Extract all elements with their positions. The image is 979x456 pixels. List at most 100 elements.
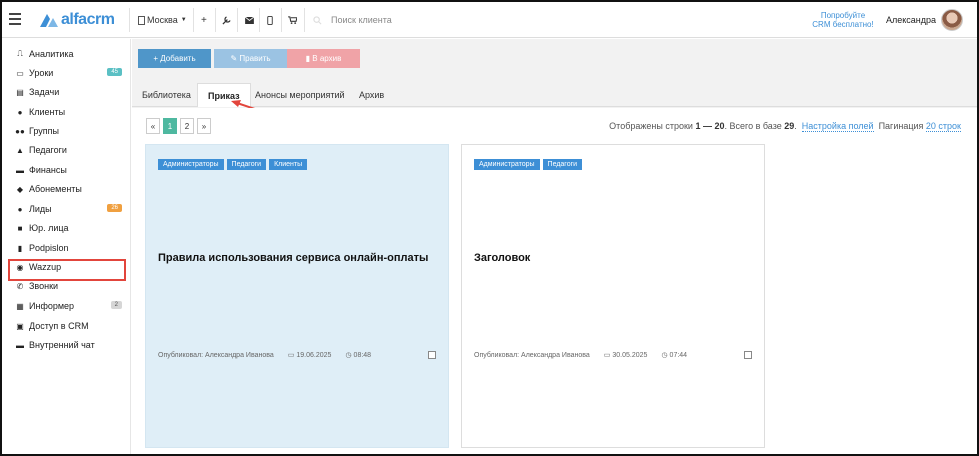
city-label: Москва: [147, 15, 178, 25]
tag: Клиенты: [269, 159, 308, 170]
content-panel: « 1 2 » Отображены строки 1 — 20. Всего …: [132, 108, 977, 454]
sidebar-item-label: Задачи: [29, 87, 60, 97]
sidebar-item-teachers[interactable]: ▲ Педагоги: [15, 143, 125, 157]
card-tags: Администраторы Педагоги: [474, 159, 585, 170]
card-author: Опубликовал: Александра Иванова: [474, 351, 590, 359]
count-badge: 2: [110, 301, 122, 309]
informer-card[interactable]: Администраторы Педагоги Заголовок Опубли…: [461, 144, 765, 448]
card-checkbox[interactable]: [428, 351, 436, 359]
sidebar-item-informer[interactable]: ▦ Информер 2: [15, 299, 125, 313]
leads-icon: ●: [17, 204, 23, 214]
highlight-informer: [8, 259, 126, 281]
page-2-button[interactable]: 2: [180, 118, 194, 134]
clients-icon: ●: [17, 107, 23, 117]
user-name[interactable]: Александра: [886, 15, 936, 25]
page-prev-button[interactable]: «: [146, 118, 160, 134]
plus-button[interactable]: +: [201, 13, 207, 27]
rows-info: Отображены строки 1 — 20. Всего в базе 2…: [609, 121, 961, 132]
rows-prefix: Отображены строки: [609, 121, 696, 131]
tag: Администраторы: [474, 159, 540, 170]
logo[interactable]: alfacrm: [40, 11, 115, 29]
edit-button[interactable]: ✎ Править: [214, 49, 287, 68]
search-field[interactable]: Поиск клиента: [313, 13, 392, 27]
tag: Педагоги: [542, 159, 583, 170]
search-input[interactable]: Поиск клиента: [331, 15, 392, 25]
calendar-icon: ▭: [603, 352, 611, 359]
rows-end: .: [794, 121, 797, 131]
page-next-button[interactable]: »: [197, 118, 211, 134]
action-toolbar: + Добавить ✎ Править ▮ В архив: [132, 39, 977, 75]
archive-button[interactable]: ▮ В архив: [287, 49, 360, 68]
informer-card[interactable]: Администраторы Педагоги Клиенты Правила …: [145, 144, 449, 448]
trial-promo-link[interactable]: Попробуйте CRM бесплатно!: [808, 11, 878, 29]
card-time: 07:44: [669, 351, 688, 359]
page-size-link[interactable]: 20 строк: [925, 121, 961, 132]
app-window: alfacrm Москва ▼ + Поиск клиента Попробу…: [0, 0, 979, 456]
cart-button[interactable]: [288, 13, 297, 27]
sidebar: ⎍ Аналитика ▭ Уроки 45 ▤ Задачи ● Клиенты ●● Групп…: [2, 39, 131, 454]
sidebar-item-clients[interactable]: ● Клиенты: [15, 105, 125, 119]
card-tags: Администраторы Педагоги Клиенты: [158, 159, 310, 170]
avatar[interactable]: [941, 9, 963, 31]
card-date: 30.05.2025: [612, 351, 648, 359]
sidebar-item-label: Финансы: [29, 165, 67, 175]
informer-icon: ▦: [16, 301, 24, 311]
plus-icon: +: [201, 14, 207, 26]
tasks-icon: ▤: [16, 87, 24, 97]
sidebar-item-legal-entities[interactable]: ■ Юр. лица: [15, 221, 125, 235]
add-button[interactable]: + Добавить: [138, 49, 211, 68]
calls-icon: ✆: [16, 281, 24, 291]
caret-down-icon: ▼: [180, 17, 187, 23]
menu-icon[interactable]: [9, 13, 21, 25]
sidebar-item-label: Клиенты: [29, 107, 66, 117]
mail-button[interactable]: [245, 13, 254, 27]
sidebar-item-label: Аналитика: [29, 49, 74, 59]
sidebar-item-calls[interactable]: ✆ Звонки: [15, 279, 125, 293]
tag: Администраторы: [158, 159, 224, 170]
promo-line-2: CRM бесплатно!: [812, 20, 874, 29]
logo-text: alfacrm: [61, 11, 115, 28]
sidebar-item-internal-chat[interactable]: ▬ Внутренний чат: [15, 338, 125, 352]
card-meta: Опубликовал: Александра Иванова ▭ 19.06.…: [158, 351, 438, 360]
card-checkbox[interactable]: [744, 351, 752, 359]
phone-button[interactable]: [267, 13, 273, 27]
sidebar-item-groups[interactable]: ●● Группы: [15, 124, 125, 138]
lessons-icon: ▭: [16, 68, 24, 78]
card-author: Опубликовал: Александра Иванова: [158, 351, 274, 359]
card-title: Правила использования сервиса онлайн-опл…: [158, 252, 429, 264]
page-1-button[interactable]: 1: [163, 118, 177, 134]
pagination-label: Пагинация: [878, 121, 926, 131]
card-date: 19.06.2025: [296, 351, 332, 359]
sidebar-item-tasks[interactable]: ▤ Задачи: [15, 85, 125, 99]
card-meta: Опубликовал: Александра Иванова ▭ 30.05.…: [474, 351, 754, 360]
crm-access-icon: ▣: [16, 321, 24, 331]
sidebar-item-label: Информер: [29, 301, 75, 311]
mail-icon: [245, 16, 254, 24]
sidebar-item-lessons[interactable]: ▭ Уроки 45: [15, 66, 125, 80]
settings-button[interactable]: [222, 13, 231, 27]
sidebar-item-finance[interactable]: ▬ Финансы: [15, 163, 125, 177]
rows-range: 1 — 20: [695, 121, 725, 131]
search-icon: [313, 15, 322, 24]
top-bar: alfacrm Москва ▼ + Поиск клиента Попробу…: [2, 2, 977, 38]
teachers-icon: ▲: [16, 145, 24, 155]
sidebar-item-leads[interactable]: ● Лиды 26: [15, 202, 125, 216]
sidebar-item-label: Звонки: [29, 281, 59, 291]
sidebar-item-analytics[interactable]: ⎍ Аналитика: [15, 47, 125, 61]
groups-icon: ●●: [15, 126, 25, 136]
tab-library[interactable]: Библиотека: [132, 84, 201, 106]
city-selector[interactable]: Москва ▼: [138, 13, 187, 27]
wrench-icon: [222, 15, 231, 25]
tab-archive[interactable]: Архив: [349, 84, 394, 106]
field-settings-link[interactable]: Настройка полей: [801, 121, 874, 132]
sidebar-item-podpislon[interactable]: ▮ Podpislon: [15, 241, 125, 255]
divider: [304, 8, 305, 32]
sidebar-item-crm-access[interactable]: ▣ Доступ в CRM: [15, 319, 125, 333]
divider: [193, 8, 194, 32]
logo-mark-icon: [40, 14, 58, 27]
sidebar-item-label: Абонементы: [29, 184, 82, 194]
tag: Педагоги: [226, 159, 267, 170]
sidebar-item-label: Лиды: [29, 204, 52, 214]
sidebar-item-subscriptions[interactable]: ◆ Абонементы: [15, 182, 125, 196]
rows-total: 29: [784, 121, 795, 131]
